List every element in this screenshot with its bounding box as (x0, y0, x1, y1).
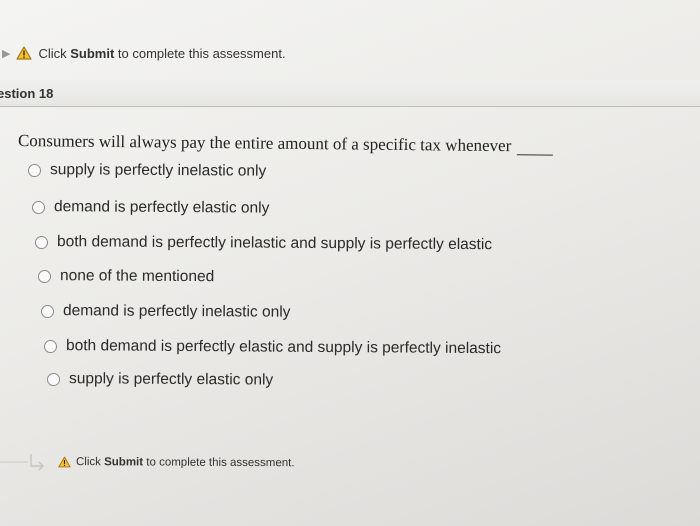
warning-text-prefix: Click (38, 45, 71, 61)
warning-triangle-icon (58, 456, 71, 468)
option-label: demand is perfectly inelastic only (62, 302, 291, 321)
answer-option[interactable]: both demand is perfectly elastic and sup… (43, 337, 502, 358)
warning-triangle-icon (16, 46, 33, 60)
answer-option[interactable]: demand is perfectly inelastic only (40, 302, 291, 322)
question-prompt: Consumers will always pay the entire amo… (18, 131, 554, 157)
bottom-submit-warning: Click Submit to complete this assessment… (0, 452, 700, 478)
chevron-right-icon: ▶ (2, 47, 11, 60)
option-label: supply is perfectly inelastic only (49, 161, 267, 180)
warning-text-prefix: Click (75, 456, 105, 469)
answer-blank (517, 154, 554, 156)
warning-text-suffix: to complete this assessment. (143, 456, 295, 470)
radio-button-icon[interactable] (46, 372, 61, 386)
radio-button-icon[interactable] (40, 304, 55, 318)
warning-text-submit: Submit (104, 456, 144, 469)
answer-option[interactable]: supply is perfectly elastic only (46, 370, 274, 390)
radio-button-icon[interactable] (27, 163, 42, 177)
answer-option[interactable]: demand is perfectly elastic only (31, 198, 270, 218)
answer-option[interactable]: supply is perfectly inelastic only (27, 161, 267, 181)
bottom-warning-message: Click Submit to complete this assessment… (58, 456, 295, 469)
option-label: demand is perfectly elastic only (53, 198, 270, 217)
answer-option[interactable]: none of the mentioned (37, 267, 215, 286)
question-number: estion 18 (0, 85, 54, 101)
top-submit-warning: ▶ Click Submit to complete this assessme… (0, 42, 286, 64)
radio-button-icon[interactable] (43, 339, 58, 353)
radio-button-icon[interactable] (34, 235, 49, 249)
answer-option[interactable]: both demand is perfectly inelastic and s… (34, 233, 493, 254)
question-text: Consumers will always pay the entire amo… (17, 131, 512, 156)
option-label: supply is perfectly elastic only (68, 370, 274, 389)
question-header: estion 18 (0, 80, 700, 107)
option-label: none of the mentioned (59, 267, 215, 286)
return-arrow-icon (0, 454, 44, 471)
option-label: both demand is perfectly inelastic and s… (56, 233, 493, 254)
warning-text-suffix: to complete this assessment. (114, 45, 286, 61)
warning-text-submit: Submit (70, 45, 115, 61)
radio-button-icon[interactable] (37, 269, 52, 283)
radio-button-icon[interactable] (31, 200, 46, 214)
option-label: both demand is perfectly elastic and sup… (65, 337, 502, 358)
